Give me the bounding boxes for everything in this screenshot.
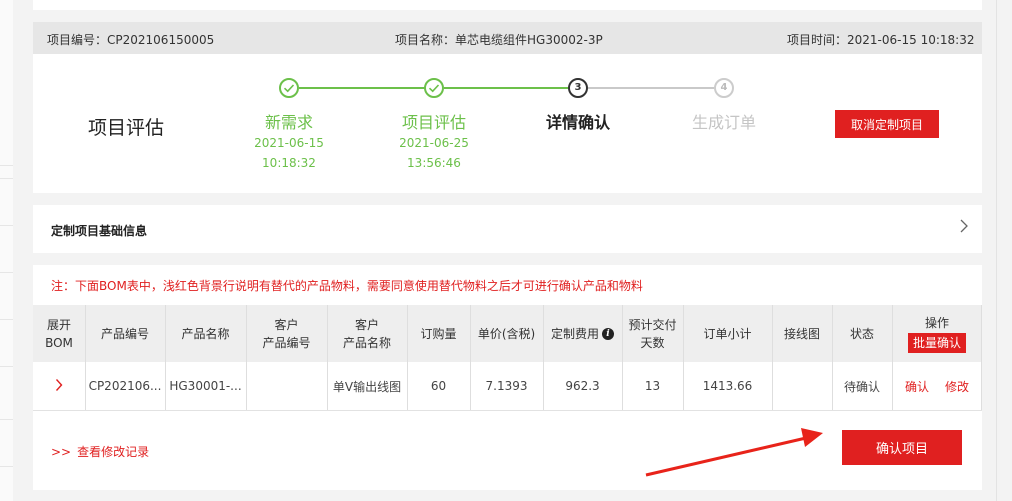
step-2-date: 2021-06-25 <box>399 136 469 150</box>
col-customer-no-line2: 产品编号 <box>262 335 311 350</box>
step-3-label: 详情确认 <box>545 113 610 132</box>
step-connector-3 <box>588 87 714 89</box>
col-status: 状态 <box>849 326 874 341</box>
project-time-label: 项目时间： <box>787 33 848 47</box>
divider <box>0 366 13 367</box>
cell-operation: 确认 修改 <box>892 362 982 410</box>
col-custom-fee: 定制费用 i <box>543 305 622 362</box>
confirm-link[interactable]: 确认 <box>905 378 929 395</box>
right-divider <box>996 0 997 501</box>
top-card-edge <box>33 0 982 10</box>
cell-wiring-diagram <box>772 362 832 410</box>
step-connector-1 <box>299 87 425 89</box>
project-number-label: 项目编号： <box>47 33 108 47</box>
step-4-label: 生成订单 <box>691 113 756 132</box>
col-lead-days: 预计交付 天数 <box>622 305 683 362</box>
col-expand-line2: BOM <box>45 335 73 350</box>
col-product-name: 产品名称 <box>181 326 230 341</box>
step-1-date: 2021-06-15 <box>254 136 324 150</box>
basic-info-section[interactable]: 定制项目基础信息 <box>33 205 982 253</box>
col-quantity: 订购量 <box>420 326 457 341</box>
step-1-check-icon <box>279 78 299 98</box>
col-customer-no: 客户 产品编号 <box>246 305 327 362</box>
project-name-label: 项目名称： <box>395 33 456 47</box>
col-customer-name-line1: 客户 <box>354 317 379 332</box>
basic-info-title: 定制项目基础信息 <box>51 224 148 238</box>
col-customer-name-line2: 产品名称 <box>342 335 391 350</box>
view-history-link[interactable]: >> 查看修改记录 <box>51 443 149 460</box>
cell-customer-no <box>246 362 327 410</box>
col-wiring-diagram: 接线图 <box>783 326 820 341</box>
col-customer-no-line1: 客户 <box>274 317 299 332</box>
project-info-bar: 项目编号：CP202106150005 项目名称：单芯电缆组件HG30002-3… <box>33 22 982 54</box>
project-number: 项目编号：CP202106150005 <box>47 31 214 48</box>
cell-status: 待确认 <box>843 379 880 394</box>
col-unit-price: 单价(含税) <box>477 326 536 341</box>
divider <box>0 225 13 226</box>
project-name: 项目名称：单芯电缆组件HG30002-3P <box>395 31 603 48</box>
project-time: 项目时间：2021-06-15 10:18:32 <box>787 31 974 48</box>
col-customer-name: 客户 产品名称 <box>327 305 407 362</box>
col-operation: 操作 批量确认 <box>892 305 982 362</box>
cell-custom-fee: 962.3 <box>565 379 600 393</box>
step-1-time: 10:18:32 <box>262 156 316 170</box>
chevron-right-icon[interactable] <box>55 378 63 395</box>
divider <box>0 466 13 467</box>
divider <box>0 319 13 320</box>
step-3-number: 3 <box>568 78 588 98</box>
modify-link[interactable]: 修改 <box>945 378 969 395</box>
col-product-no: 产品编号 <box>100 326 149 341</box>
cell-product-name: HG30001-... <box>169 379 242 393</box>
col-custom-fee-label: 定制费用 <box>550 326 599 341</box>
col-expand-bom: 展开 BOM <box>33 305 85 362</box>
cell-customer-name: 单V输出线图 <box>332 379 402 394</box>
left-panel-edge <box>0 0 13 501</box>
step-2-time: 13:56:46 <box>407 156 461 170</box>
step-2-label: 项目评估 <box>401 113 466 132</box>
step-connector-2 <box>444 87 569 89</box>
step-1-label: 新需求 <box>264 113 313 132</box>
divider <box>0 272 13 273</box>
row-divider <box>33 410 982 411</box>
cell-unit-price: 7.1393 <box>485 379 528 393</box>
history-link-label: 查看修改记录 <box>77 445 150 459</box>
expand-bom-toggle[interactable] <box>33 362 85 410</box>
project-number-value: CP202106150005 <box>107 33 215 47</box>
progress-card: 项目评估 3 4 新需求 项目评估 详情确认 生成订单 2021-06-15 1… <box>33 54 982 193</box>
project-time-value: 2021-06-15 10:18:32 <box>847 33 975 47</box>
col-lead-line1: 预计交付 <box>628 317 677 332</box>
info-icon[interactable]: i <box>602 327 614 340</box>
col-operation-label: 操作 <box>924 316 949 330</box>
bom-section: 注：下面BOM表中，浅红色背景行说明有替代的产品物料，需要同意使用替代物料之后才… <box>33 265 982 490</box>
cell-product-no: CP202106... <box>88 379 162 393</box>
col-expand-line1: 展开 <box>46 317 71 332</box>
stage-title: 项目评估 <box>88 117 165 139</box>
step-4-number: 4 <box>714 78 734 98</box>
col-lead-line2: 天数 <box>640 335 665 350</box>
double-chevron-icon: >> <box>51 445 72 459</box>
confirm-project-button[interactable]: 确认项目 <box>842 430 962 465</box>
batch-confirm-button[interactable]: 批量确认 <box>907 333 966 353</box>
step-2-check-icon <box>424 78 444 98</box>
divider <box>0 165 13 166</box>
cancel-project-button[interactable]: 取消定制项目 <box>835 110 939 138</box>
bom-table-header: 展开 BOM 产品编号 产品名称 客户产品编号 客户产品名称 订购量 单价(含税)… <box>33 305 982 362</box>
project-name-value: 单芯电缆组件HG30002-3P <box>455 33 603 47</box>
divider <box>0 178 13 179</box>
divider <box>0 419 13 420</box>
cell-lead-days: 13 <box>644 379 661 393</box>
bom-note: 注：下面BOM表中，浅红色背景行说明有替代的产品物料，需要同意使用替代物料之后才… <box>51 279 643 293</box>
cell-quantity: 60 <box>430 379 447 393</box>
chevron-right-icon[interactable] <box>959 218 969 238</box>
table-row: CP202106... HG30001-... 单V输出线图 60 7.1393… <box>33 362 982 410</box>
col-subtotal: 订单小计 <box>703 326 752 341</box>
cell-subtotal: 1413.66 <box>702 379 753 393</box>
